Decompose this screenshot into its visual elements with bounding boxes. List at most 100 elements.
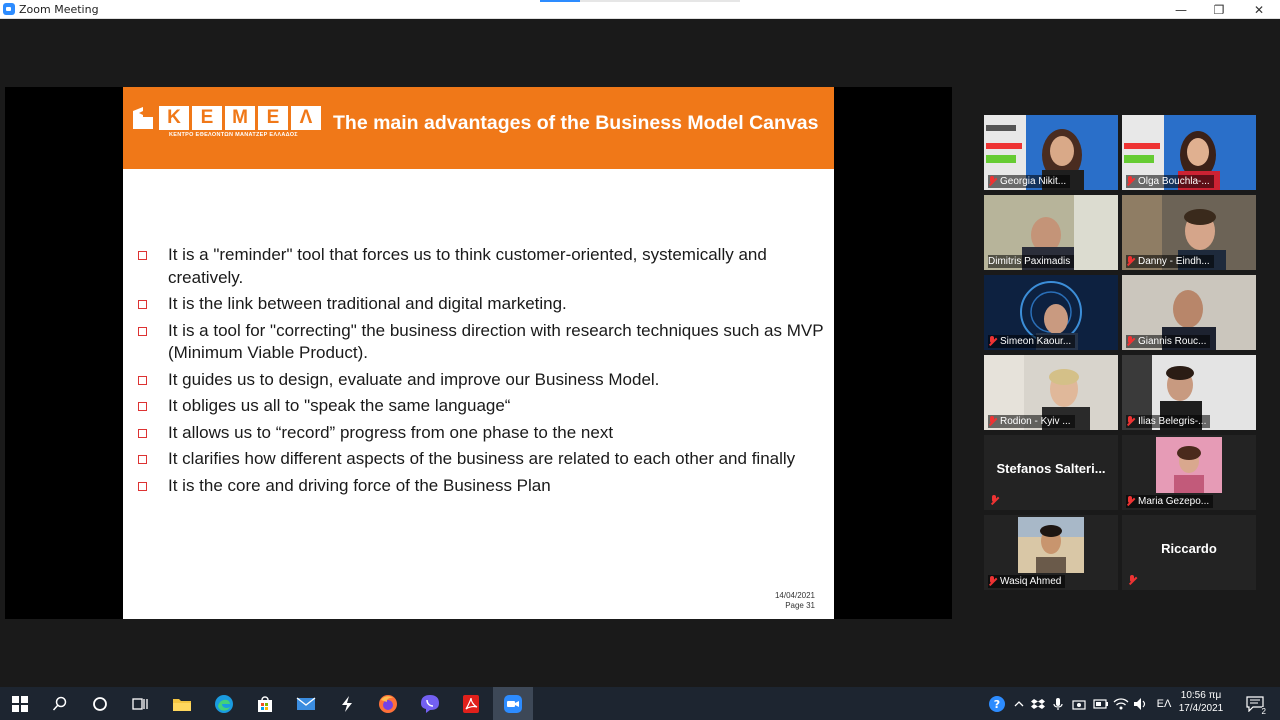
file-explorer-button[interactable] xyxy=(162,687,202,720)
bullet-item: It is a "reminder" tool that forces us t… xyxy=(137,244,827,289)
participant-name-label: Rodion - Kyiv ... xyxy=(988,415,1075,428)
bullet-item: It is the core and driving force of the … xyxy=(137,475,827,498)
help-tray-button[interactable]: ? xyxy=(986,687,1008,720)
brand-letter: E xyxy=(192,106,222,130)
participant-name-label: Georgia Nikit... xyxy=(988,175,1071,188)
notifications-button[interactable]: 2 xyxy=(1240,687,1270,720)
brand-letter: M xyxy=(225,106,255,130)
notification-count: 2 xyxy=(1261,707,1266,716)
muted-mic-icon xyxy=(1126,336,1135,347)
brand-letter: Λ xyxy=(291,106,321,130)
presentation-slide: K E M E Λ ΚΕΝΤΡΟ ΕΘΕΛΟΝΤΩΝ ΜΑΝΑΤΖΕΡ ΕΛΛΑ… xyxy=(123,87,834,619)
bullet-square-icon xyxy=(138,428,147,438)
slide-footer: 14/04/2021 Page 31 xyxy=(775,591,815,611)
camera-icon xyxy=(1072,699,1086,710)
zoom-button[interactable] xyxy=(493,687,533,720)
participant-tile[interactable]: Georgia Nikit... xyxy=(984,115,1118,190)
viber-icon xyxy=(421,694,439,713)
bullet-item: It guides us to design, evaluate and imp… xyxy=(137,369,827,392)
viber-button[interactable] xyxy=(410,687,450,720)
participant-name: Danny - Eindh... xyxy=(1138,256,1210,267)
participant-tile[interactable]: Wasiq Ahmed xyxy=(984,515,1118,590)
participant-name-label: Danny - Eindh... xyxy=(1126,255,1214,268)
input-language-button[interactable]: ΕΛ xyxy=(1152,687,1176,720)
bullet-square-icon xyxy=(138,481,147,491)
participant-tile[interactable]: Olga Bouchla-... xyxy=(1122,115,1256,190)
muted-mic-icon xyxy=(990,495,999,506)
participant-tile[interactable]: Danny - Eindh... xyxy=(1122,195,1256,270)
battery-tray-button[interactable] xyxy=(1092,687,1110,720)
app-lightning-button[interactable] xyxy=(327,687,367,720)
participant-tile[interactable]: Ilias Belegris-... xyxy=(1122,355,1256,430)
dropbox-tray-button[interactable] xyxy=(1030,687,1046,720)
bullet-text: It is the link between traditional and d… xyxy=(168,294,567,313)
system-clock[interactable]: 10:56 πμ 17/4/2021 xyxy=(1176,689,1226,715)
bullet-square-icon xyxy=(138,402,147,411)
battery-icon xyxy=(1093,698,1108,709)
edge-browser-button[interactable] xyxy=(204,687,244,720)
pdf-acrobat-icon xyxy=(463,694,479,713)
progress-track xyxy=(580,0,740,2)
minimize-button[interactable]: — xyxy=(1161,0,1201,19)
participant-name-label: Dimitris Paximadis xyxy=(988,255,1075,268)
slide-header: K E M E Λ ΚΕΝΤΡΟ ΕΘΕΛΟΝΤΩΝ ΜΑΝΑΤΖΕΡ ΕΛΛΑ… xyxy=(123,87,834,169)
participant-name: Wasiq Ahmed xyxy=(1000,576,1062,587)
bullet-item: It allows us to “record” progress from o… xyxy=(137,422,827,445)
store-button[interactable] xyxy=(245,687,285,720)
participant-name: Georgia Nikit... xyxy=(1000,176,1067,187)
help-question-icon: ? xyxy=(989,695,1005,712)
slide-title: The main advantages of the Business Mode… xyxy=(333,112,819,134)
participant-name: Dimitris Paximadis xyxy=(988,256,1071,267)
bullet-text: It is a "reminder" tool that forces us t… xyxy=(168,245,767,287)
window-title: Zoom Meeting xyxy=(19,2,99,16)
participant-tile-no-video[interactable]: Stefanos Salteri... xyxy=(984,435,1118,510)
firefox-button[interactable] xyxy=(368,687,408,720)
participant-name-label: Giannis Rouc... xyxy=(1126,335,1211,348)
mail-icon xyxy=(296,696,316,710)
wifi-tray-button[interactable] xyxy=(1112,687,1130,720)
participant-name: Ilias Belegris-... xyxy=(1138,416,1207,427)
volume-tray-button[interactable] xyxy=(1132,687,1150,720)
participant-name: Rodion - Kyiv ... xyxy=(1000,416,1071,427)
bullet-square-icon xyxy=(138,300,147,309)
participant-tile[interactable]: Maria Gezepo... xyxy=(1122,435,1256,510)
folder-icon xyxy=(173,698,191,711)
show-hidden-icons-button[interactable] xyxy=(1012,687,1026,720)
bullet-square-icon xyxy=(138,251,147,260)
participant-tile-active-speaker[interactable]: Dimitris Paximadis xyxy=(984,195,1118,270)
bullet-text: It obliges us all to "speak the same lan… xyxy=(168,396,511,415)
bullet-text: It guides us to design, evaluate and imp… xyxy=(168,369,660,389)
microphone-icon xyxy=(1053,697,1063,710)
wifi-icon xyxy=(1113,697,1129,709)
progress-indicator xyxy=(540,0,580,2)
muted-mic-icon xyxy=(1126,256,1135,267)
windows-logo-icon xyxy=(12,695,28,712)
bullet-item: It clarifies how different aspects of th… xyxy=(137,448,827,471)
cortana-button[interactable] xyxy=(80,687,120,720)
edge-icon xyxy=(215,694,233,713)
participant-name: Maria Gezepo... xyxy=(1138,496,1210,507)
camera-tray-button[interactable] xyxy=(1070,687,1088,720)
bullet-text: It is the core and driving force of the … xyxy=(168,475,551,495)
mail-button[interactable] xyxy=(286,687,326,720)
brand-letter: K xyxy=(159,106,189,130)
participant-tile[interactable]: Giannis Rouc... xyxy=(1122,275,1256,350)
acrobat-button[interactable] xyxy=(451,687,491,720)
participant-tile[interactable]: Simeon Kaour... xyxy=(984,275,1118,350)
cortana-circle-icon xyxy=(93,696,107,711)
participant-tile[interactable]: Rodion - Kyiv ... xyxy=(984,355,1118,430)
slide-date: 14/04/2021 xyxy=(774,591,815,600)
bullet-item: It obliges us all to "speak the same lan… xyxy=(137,395,827,418)
restore-button[interactable]: ❐ xyxy=(1199,0,1239,19)
search-button[interactable] xyxy=(40,687,80,720)
task-view-button[interactable] xyxy=(120,687,160,720)
screen-share-view[interactable]: K E M E Λ ΚΕΝΤΡΟ ΕΘΕΛΟΝΤΩΝ ΜΑΝΑΤΖΕΡ ΕΛΛΑ… xyxy=(5,87,952,619)
bullet-square-icon xyxy=(138,455,147,464)
participant-name-label: Ilias Belegris-... xyxy=(1126,415,1211,428)
microphone-tray-button[interactable] xyxy=(1050,687,1066,720)
close-button[interactable]: ✕ xyxy=(1239,0,1279,19)
participant-tile-no-video[interactable]: Riccardo xyxy=(1122,515,1256,590)
participant-name-label: Wasiq Ahmed xyxy=(988,575,1066,588)
windows-start-button[interactable] xyxy=(0,687,40,720)
muted-mic-icon xyxy=(1126,416,1135,427)
